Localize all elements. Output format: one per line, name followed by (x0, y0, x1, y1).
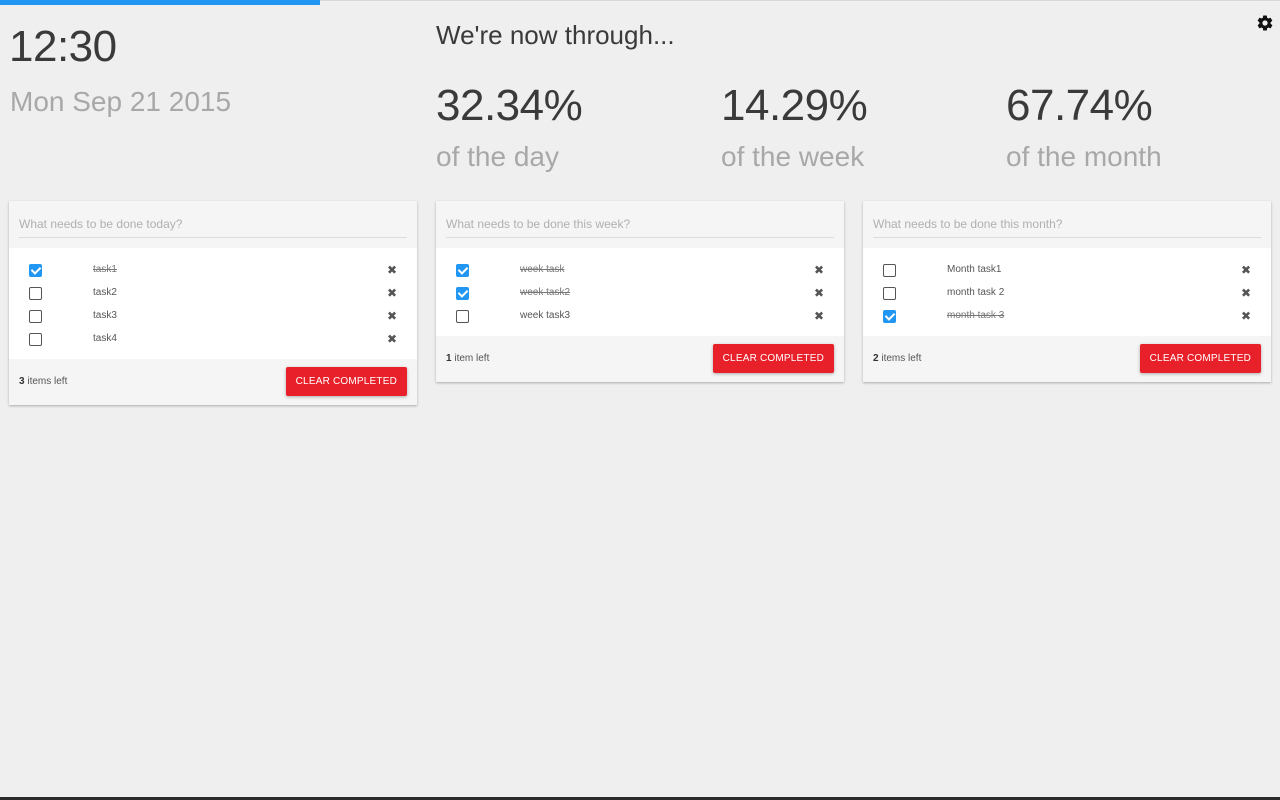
task-label: task2 (93, 287, 117, 298)
task-row: month task 2 ✖ (863, 282, 1271, 305)
delete-task-icon[interactable]: ✖ (814, 309, 824, 323)
task-checkbox[interactable] (456, 287, 469, 300)
task-label: task3 (93, 310, 117, 321)
delete-task-icon[interactable]: ✖ (387, 309, 397, 323)
todo-card-header (863, 201, 1271, 248)
task-label: week task2 (520, 287, 571, 298)
delete-task-icon[interactable]: ✖ (1241, 309, 1251, 323)
items-left-count: 1 item left (446, 353, 490, 364)
settings-button[interactable] (1256, 14, 1274, 32)
delete-task-icon[interactable]: ✖ (387, 286, 397, 300)
clock-date: Mon Sep 21 2015 (10, 86, 232, 117)
items-left-count: 2 items left (873, 353, 922, 364)
stat-day-label: of the day (436, 141, 559, 172)
todo-card-footer: 1 item left CLEAR COMPLETED (436, 336, 844, 382)
stat-week: 14.29% of the week (721, 80, 868, 173)
todo-card-week: week task ✖ week task2 ✖ week task3 ✖ 1 … (436, 201, 844, 382)
task-row: task2 ✖ (9, 282, 417, 305)
delete-task-icon[interactable]: ✖ (387, 263, 397, 277)
stat-week-value: 14.29% (721, 81, 868, 130)
task-label: week task3 (520, 310, 571, 321)
task-checkbox[interactable] (883, 310, 896, 323)
delete-task-icon[interactable]: ✖ (1241, 286, 1251, 300)
day-progress-bar (0, 0, 1280, 5)
task-checkbox[interactable] (29, 310, 42, 323)
task-checkbox[interactable] (29, 287, 42, 300)
clear-completed-button[interactable]: CLEAR COMPLETED (712, 344, 834, 373)
task-checkbox[interactable] (29, 333, 42, 346)
delete-task-icon[interactable]: ✖ (814, 263, 824, 277)
todo-card-footer: 3 items left CLEAR COMPLETED (9, 359, 417, 405)
task-row: Month task1 ✖ (863, 259, 1271, 282)
todo-card-header (436, 201, 844, 248)
todo-card-header (9, 201, 417, 248)
stat-day: 32.34% of the day (436, 80, 583, 173)
task-row: week task ✖ (436, 259, 844, 282)
task-row: task1 ✖ (9, 259, 417, 282)
stat-month-label: of the month (1006, 141, 1162, 172)
task-checkbox[interactable] (883, 264, 896, 277)
task-list-today: task1 ✖ task2 ✖ task3 ✖ task4 ✖ (9, 248, 417, 359)
items-left-count: 3 items left (19, 376, 68, 387)
task-row: task4 ✖ (9, 328, 417, 351)
through-heading: We're now through... (436, 20, 675, 50)
gear-icon (1257, 15, 1273, 31)
task-checkbox[interactable] (883, 287, 896, 300)
task-row: week task2 ✖ (436, 282, 844, 305)
task-row: month task 3 ✖ (863, 305, 1271, 328)
todo-card-month: Month task1 ✖ month task 2 ✖ month task … (863, 201, 1271, 382)
clear-completed-button[interactable]: CLEAR COMPLETED (285, 367, 407, 396)
task-checkbox[interactable] (29, 264, 42, 277)
todo-card-footer: 2 items left CLEAR COMPLETED (863, 336, 1271, 382)
task-list-week: week task ✖ week task2 ✖ week task3 ✖ (436, 248, 844, 336)
clock-time: 12:30 (9, 22, 117, 71)
delete-task-icon[interactable]: ✖ (1241, 263, 1251, 277)
stat-month: 67.74% of the month (1006, 80, 1162, 173)
task-label: month task 3 (947, 310, 1005, 321)
task-checkbox[interactable] (456, 310, 469, 323)
task-row: week task3 ✖ (436, 305, 844, 328)
new-task-input-month[interactable] (873, 215, 1261, 238)
task-checkbox[interactable] (456, 264, 469, 277)
clear-completed-button[interactable]: CLEAR COMPLETED (1139, 344, 1261, 373)
stat-week-label: of the week (721, 141, 865, 172)
task-row: task3 ✖ (9, 305, 417, 328)
task-label: month task 2 (947, 287, 1005, 298)
delete-task-icon[interactable]: ✖ (814, 286, 824, 300)
stat-month-value: 67.74% (1006, 81, 1153, 130)
task-label: task4 (93, 333, 117, 344)
task-label: week task (520, 264, 565, 275)
task-label: task1 (93, 264, 117, 275)
todo-card-today: task1 ✖ task2 ✖ task3 ✖ task4 ✖ 3 items … (9, 201, 417, 405)
stat-day-value: 32.34% (436, 81, 583, 130)
new-task-input-today[interactable] (19, 215, 407, 238)
task-label: Month task1 (947, 264, 1002, 275)
task-list-month: Month task1 ✖ month task 2 ✖ month task … (863, 248, 1271, 336)
delete-task-icon[interactable]: ✖ (387, 332, 397, 346)
new-task-input-week[interactable] (446, 215, 834, 238)
day-progress-fill (0, 0, 320, 5)
